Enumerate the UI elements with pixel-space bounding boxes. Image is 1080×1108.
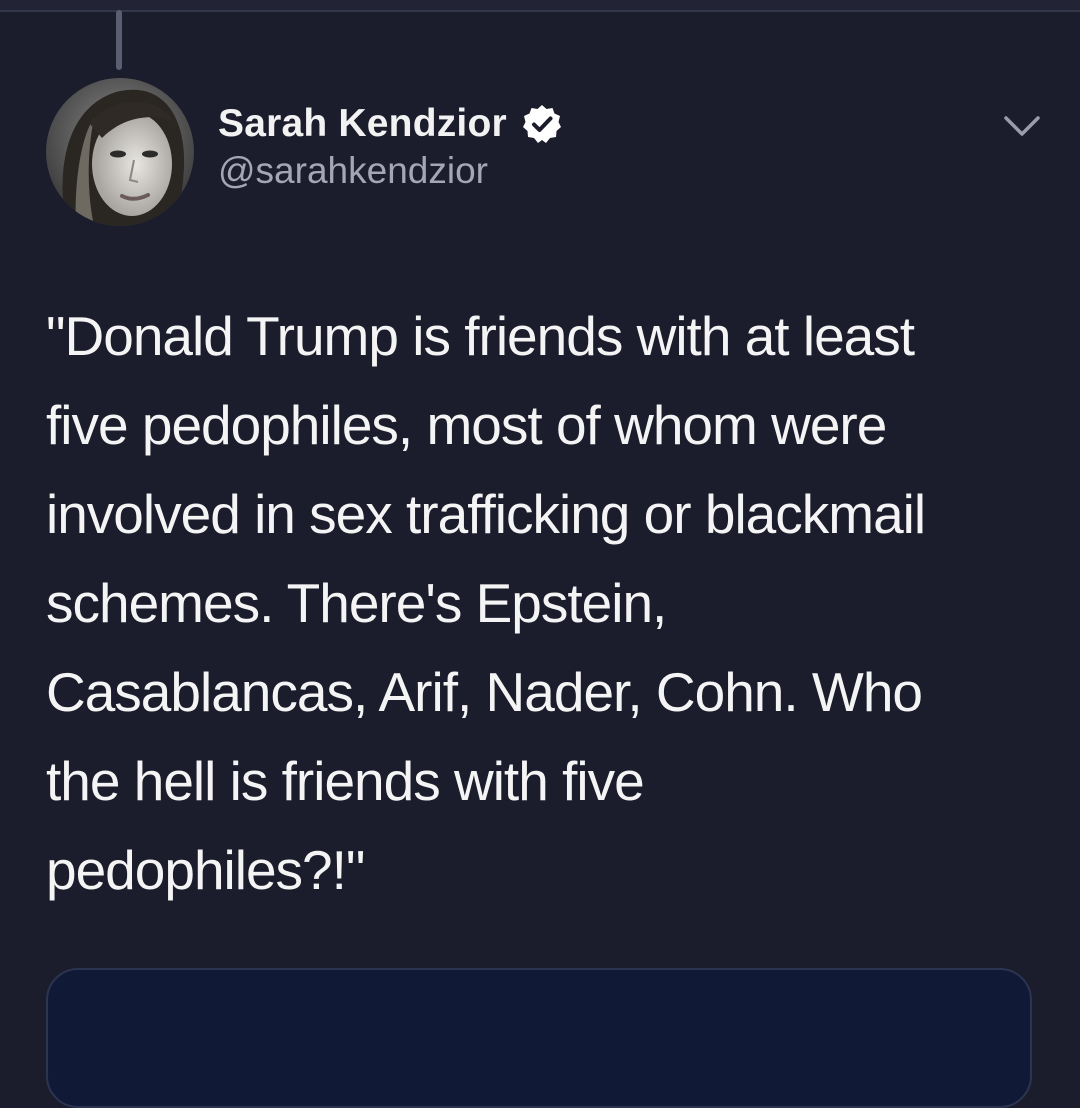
author-display-name[interactable]: Sarah Kendzior	[218, 102, 507, 146]
author-name-row[interactable]: Sarah Kendzior	[218, 98, 563, 150]
avatar[interactable]	[46, 78, 194, 226]
tweet-text: "Donald Trump is friends with at least f…	[46, 305, 926, 901]
avatar-photo-icon	[46, 78, 194, 226]
chevron-down-icon[interactable]	[998, 108, 1046, 144]
verified-badge-icon	[522, 105, 561, 143]
author-handle[interactable]: @sarahkendzior	[218, 150, 488, 192]
top-bar	[0, 0, 1080, 12]
thread-connector-line	[116, 10, 122, 70]
media-card[interactable]	[46, 968, 1032, 1108]
